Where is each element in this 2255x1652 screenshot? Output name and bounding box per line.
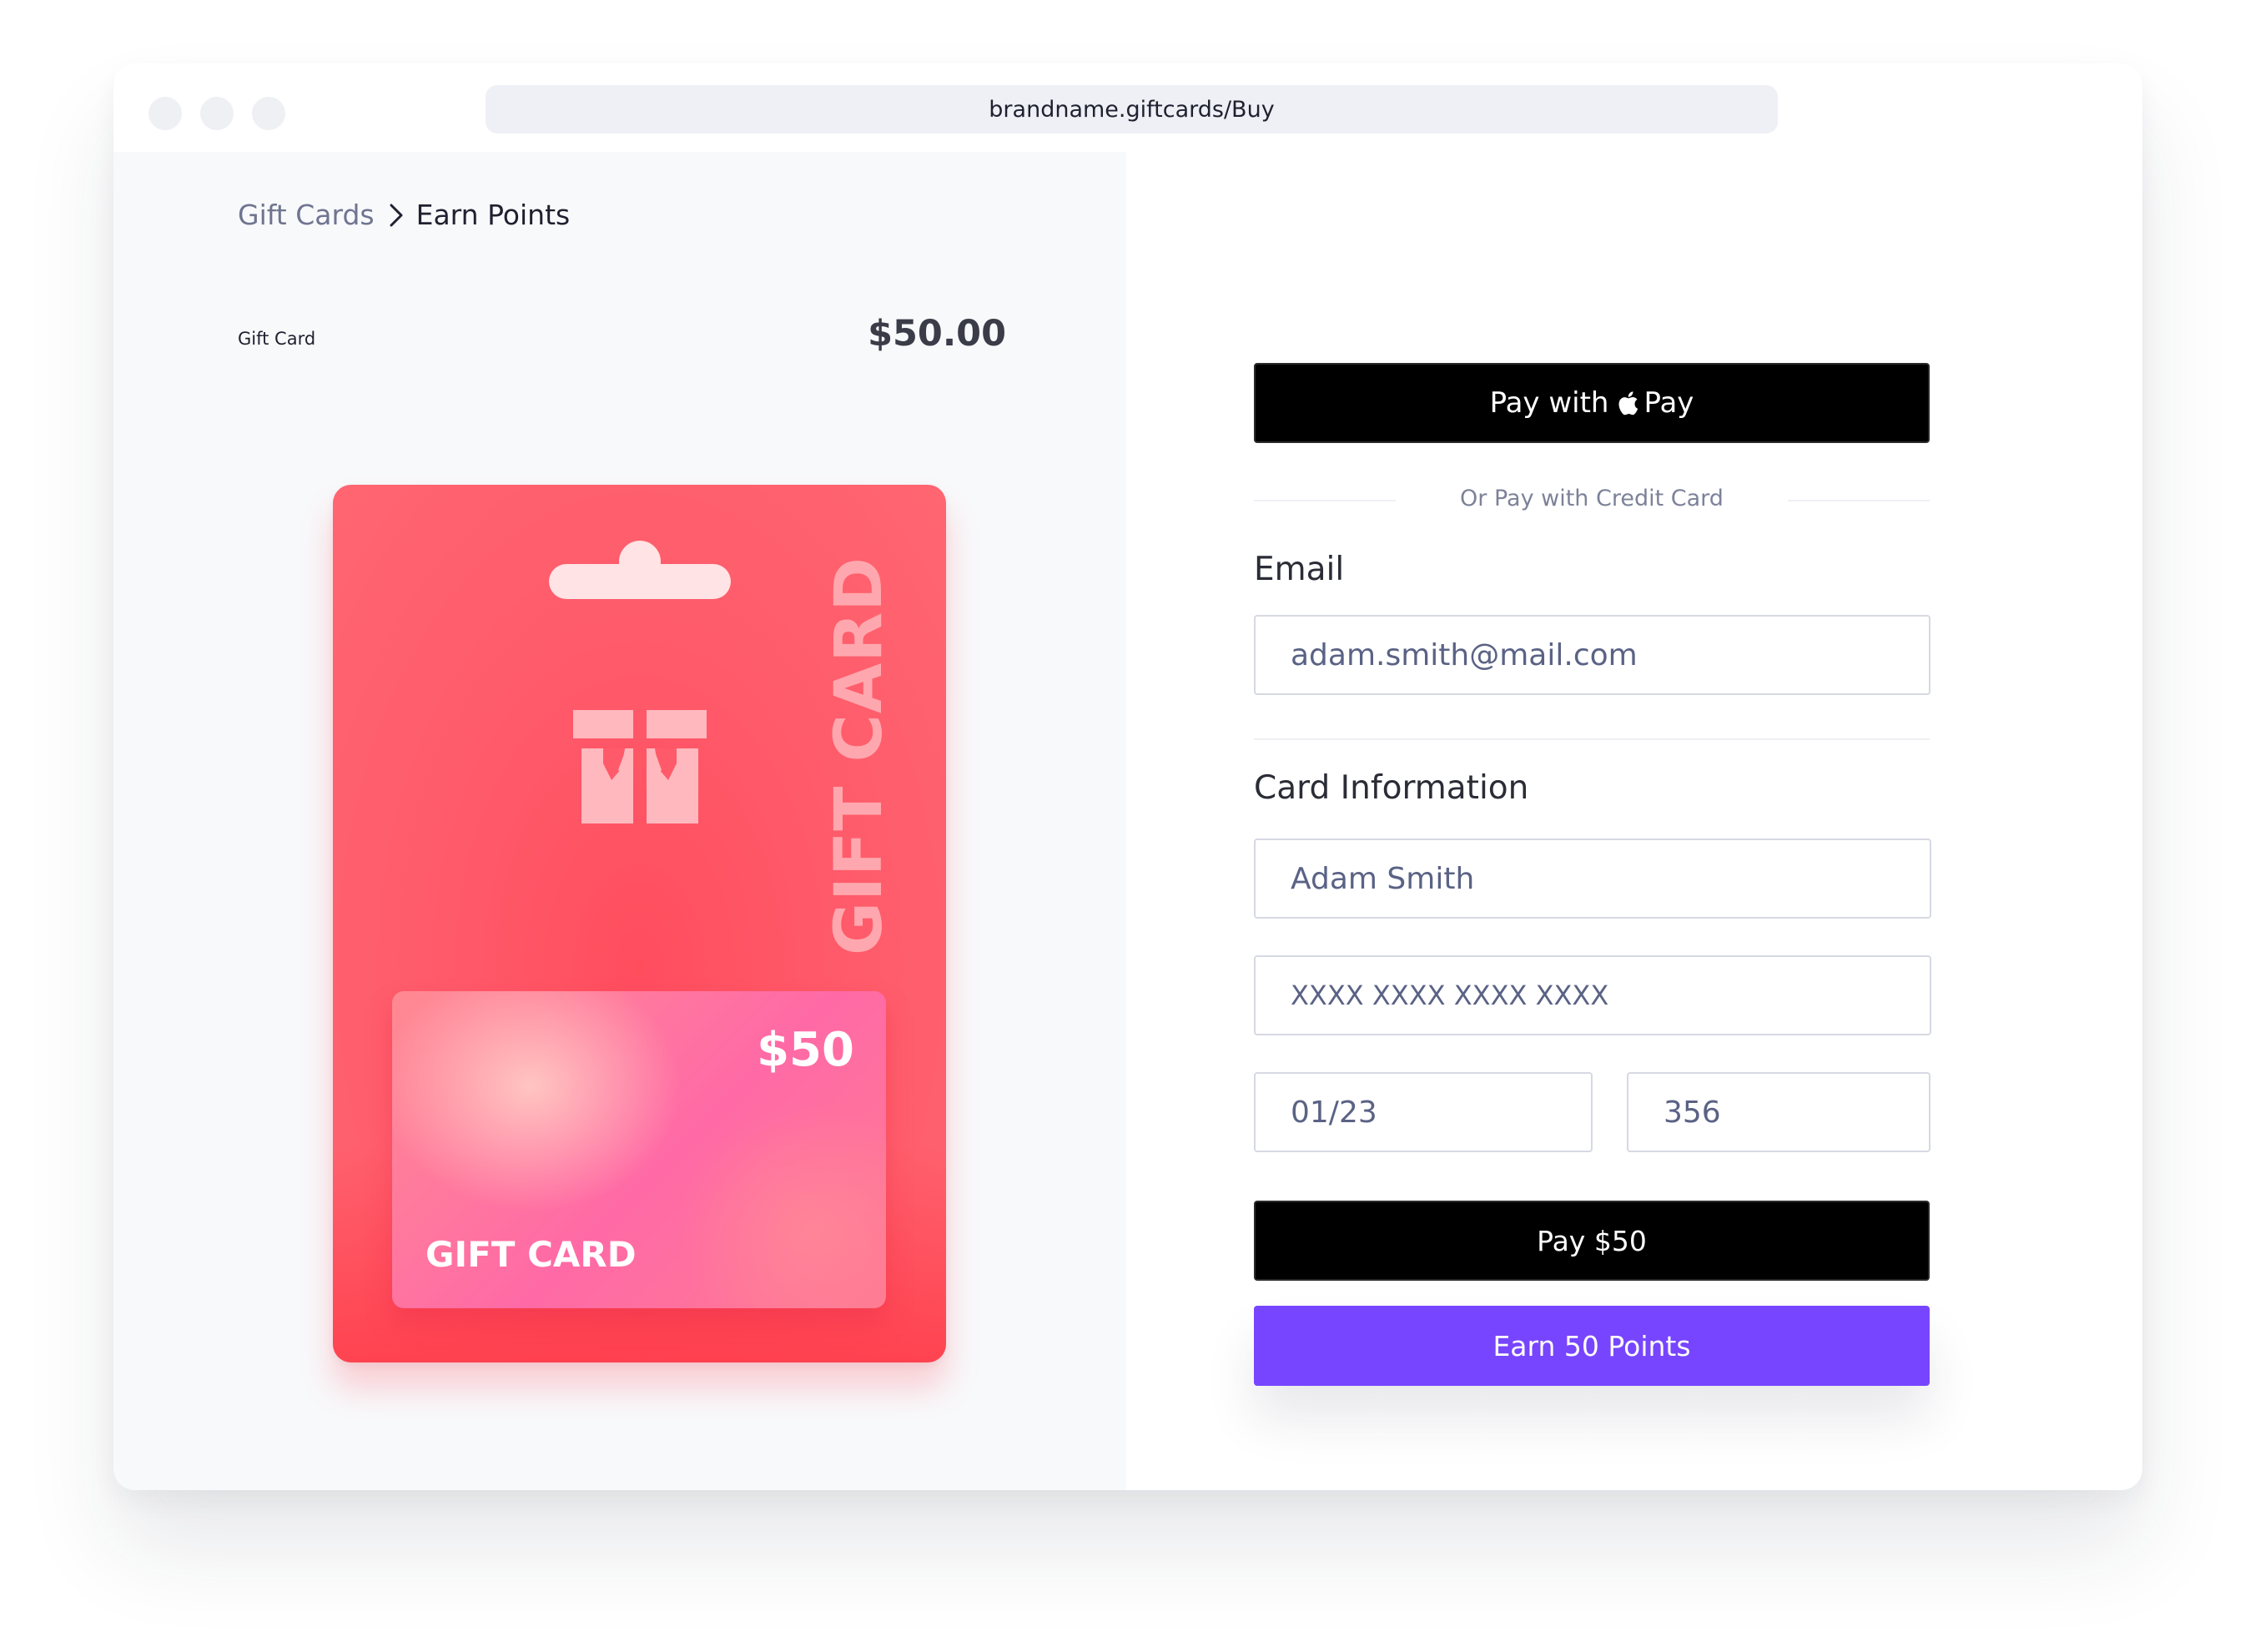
gift-card-package-image: GIFT CARD $50 GIFT CARD [333,485,946,1362]
card-information-label: Card Information [1254,769,1529,807]
gift-box-icon [573,710,707,823]
form-separator [1254,738,1930,740]
checkout-pane: Pay with Pay Or Pay with Credit Card Ema… [1126,152,2142,1490]
pay-button-label: Pay $50 [1537,1224,1647,1257]
window-control-minimize[interactable] [200,97,234,130]
package-hanger-hole [549,541,731,599]
url-text: brandname.giftcards/Buy [989,96,1275,123]
email-label: Email [1254,551,1345,588]
window-control-maximize[interactable] [252,97,285,130]
product-label: Gift Card [238,329,316,349]
gift-card-label: GIFT CARD [425,1234,637,1275]
cardholder-name-field[interactable]: Adam Smith [1254,839,1931,919]
payment-divider: Or Pay with Credit Card [1254,486,1930,514]
window-control-close[interactable] [148,97,182,130]
chevron-right-icon [388,202,405,229]
apple-pay-prefix: Pay with [1489,386,1609,420]
package-vertical-title: GIFT CARD [822,556,898,956]
product-pane: Gift Cards Earn Points Gift Card $50.00 [113,152,1126,1490]
earn-points-button-label: Earn 50 Points [1492,1329,1691,1362]
pay-button[interactable]: Pay $50 [1254,1201,1930,1281]
apple-pay-button[interactable]: Pay with Pay [1254,363,1930,443]
cardholder-name-value: Adam Smith [1291,861,1475,896]
gift-card-visual: $50 GIFT CARD [392,991,886,1308]
expiry-date-value: 01/23 [1291,1095,1377,1130]
gift-card-value: $50 [757,1023,854,1077]
apple-pay-suffix: Pay [1643,386,1694,420]
earn-points-button[interactable]: Earn 50 Points [1254,1306,1930,1386]
breadcrumb-item-earn-points: Earn Points [415,199,571,231]
expiry-date-field[interactable]: 01/23 [1254,1072,1593,1152]
apple-icon [1617,390,1638,416]
card-number-field[interactable]: XXXX XXXX XXXX XXXX [1254,955,1931,1035]
browser-titlebar: brandname.giftcards/Buy [113,63,2142,152]
breadcrumb-item-gift-cards[interactable]: Gift Cards [238,199,375,231]
cvc-value: 356 [1664,1095,1721,1130]
browser-window: brandname.giftcards/Buy Gift Cards Earn … [113,63,2142,1490]
divider-text: Or Pay with Credit Card [1460,486,1724,511]
cvc-field[interactable]: 356 [1627,1072,1930,1152]
email-field[interactable]: adam.smith@mail.com [1254,615,1930,695]
card-number-value: XXXX XXXX XXXX XXXX [1291,980,1609,1011]
address-bar[interactable]: brandname.giftcards/Buy [486,85,1778,133]
divider-line-right [1788,500,1930,501]
email-value: adam.smith@mail.com [1291,637,1638,672]
product-price: $50.00 [868,313,1006,355]
breadcrumb: Gift Cards Earn Points [238,199,570,231]
